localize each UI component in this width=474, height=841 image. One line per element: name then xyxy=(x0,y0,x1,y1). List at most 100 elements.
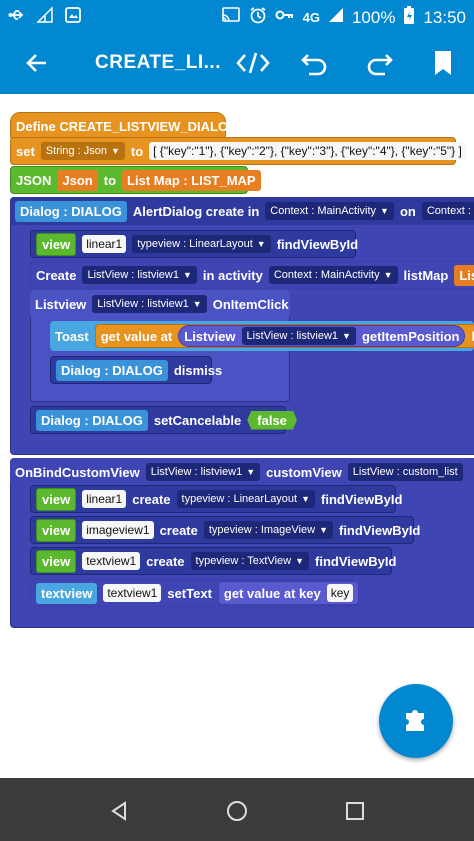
listview-event-block[interactable]: Listview ListView : listview1 ▼ OnItemCl… xyxy=(30,290,290,318)
system-nav-bar xyxy=(0,778,474,841)
listmap-var[interactable]: Lis xyxy=(454,264,474,286)
get-value-block[interactable]: get value at Listview ListView : listvie… xyxy=(94,324,474,348)
key-icon xyxy=(275,6,295,29)
create-label: Create xyxy=(36,267,77,283)
typeview-dropdown[interactable]: typeview : LinearLayout ▼ xyxy=(176,490,316,508)
list-map-var[interactable]: List Map : LIST_MAP xyxy=(122,169,261,191)
listview-type-dropdown-2[interactable]: ListView : listview1 ▼ xyxy=(241,327,356,345)
set-block[interactable]: set String : Json ▼ to [ {"key":"1"}, {"… xyxy=(10,137,466,165)
toast-block[interactable]: Toast get value at Listview ListView : l… xyxy=(50,321,474,351)
dropdown-arrow-icon: ▼ xyxy=(383,270,393,280)
typeview-dropdown[interactable]: typeview : TextView ▼ xyxy=(190,552,310,570)
typeview-dropdown[interactable]: typeview : LinearLayout ▼ xyxy=(132,235,271,253)
onbind-label: OnBindCustomView xyxy=(15,464,140,480)
view-linear-block[interactable]: view linear1 typeview : LinearLayout ▼ f… xyxy=(30,230,358,258)
item-position-block[interactable]: Listview ListView : listview1 ▼ getItemP… xyxy=(178,325,466,347)
nav-back-icon[interactable] xyxy=(104,796,134,826)
define-label: Define CREATE_LISTVIEW_DIALOG xyxy=(16,118,239,134)
context-dropdown[interactable]: Context : MainActivity ▼ xyxy=(265,202,394,220)
view-name-field[interactable]: linear1 xyxy=(82,235,127,253)
findviewbyid-label: findViewById xyxy=(321,491,403,507)
create-label: create xyxy=(132,491,171,507)
string-type-dropdown[interactable]: String : Json ▼ xyxy=(40,142,125,160)
puzzle-icon xyxy=(401,704,431,739)
view-name-field[interactable]: linear1 xyxy=(82,490,127,508)
status-left-icons xyxy=(8,6,82,29)
typeview-label: typeview : TextView xyxy=(195,555,292,567)
cell-signal-icon xyxy=(328,7,344,28)
view-name-field[interactable]: imageview1 xyxy=(82,521,154,539)
set-cancelable-block[interactable]: Dialog : DIALOG setCancelable false xyxy=(30,406,297,434)
listview-label-2: Listview xyxy=(184,328,236,344)
json-var[interactable]: Json xyxy=(57,169,98,191)
blocks-workspace[interactable]: Define CREATE_LISTVIEW_DIALOG set String… xyxy=(0,94,474,778)
settext-block[interactable]: textview textview1 setText get value at … xyxy=(30,579,360,607)
getitemposition-label: getItemPosition xyxy=(361,328,460,344)
onitemclick-label: OnItemClick xyxy=(212,296,289,312)
custom-list-dropdown[interactable]: ListView : custom_list xyxy=(347,463,463,481)
create-label: create xyxy=(146,553,185,569)
dialog-var[interactable]: Dialog : DIALOG xyxy=(15,200,127,222)
create-label: create xyxy=(159,522,198,538)
context-label-3: Context : MainActivity xyxy=(273,269,380,281)
listview-label: Listview xyxy=(35,296,87,312)
network-label: 4G xyxy=(302,10,320,25)
bind-row-linear[interactable]: view linear1 create typeview : LinearLay… xyxy=(30,485,402,513)
dialog-var-2[interactable]: Dialog : DIALOG xyxy=(56,359,168,381)
nav-home-icon[interactable] xyxy=(222,796,252,826)
dismiss-block[interactable]: Dialog : DIALOG dismiss xyxy=(50,356,222,384)
json-block[interactable]: JSON Json to List Map : LIST_MAP xyxy=(10,166,261,194)
textview-name-field[interactable]: textview1 xyxy=(103,584,162,602)
dropdown-arrow-icon: ▼ xyxy=(295,556,305,566)
define-block[interactable]: Define CREATE_LISTVIEW_DIALOG xyxy=(10,112,238,140)
get-value-key-block[interactable]: get value at key key xyxy=(217,581,360,605)
json-label: JSON xyxy=(16,172,52,188)
json-string-field[interactable]: [ {"key":"1"}, {"key":"2"}, {"key":"3"},… xyxy=(149,142,466,160)
bind-row-textview[interactable]: view textview1 create typeview : TextVie… xyxy=(30,547,396,575)
typeview-dropdown[interactable]: typeview : ImageView ▼ xyxy=(203,521,333,539)
nav-recents-icon[interactable] xyxy=(340,796,370,826)
signal-off-icon xyxy=(36,6,54,29)
onbind-listview-dropdown[interactable]: ListView : listview1 ▼ xyxy=(145,463,261,481)
false-value[interactable]: false xyxy=(247,410,297,430)
view-name-field[interactable]: textview1 xyxy=(82,552,141,570)
dropdown-arrow-icon: ▼ xyxy=(342,331,351,341)
listview-type-dropdown[interactable]: ListView : listview1 ▼ xyxy=(92,295,207,313)
settext-label: setText xyxy=(167,585,212,601)
onbind-block[interactable]: OnBindCustomView ListView : listview1 ▼ … xyxy=(10,458,474,486)
screenshot-icon xyxy=(64,6,82,29)
view-label: view xyxy=(36,549,77,573)
bookmark-icon[interactable] xyxy=(428,48,458,78)
typeview-label: typeview : LinearLayout xyxy=(181,493,298,505)
typeview-label: typeview : LinearLayout xyxy=(137,238,253,250)
battery-percent: 100% xyxy=(351,7,396,27)
dropdown-arrow-icon: ▼ xyxy=(380,206,389,216)
status-bar: 4G 100% 13:50 xyxy=(0,0,474,32)
customview-label: customView xyxy=(266,464,342,480)
listview-type-label-2: ListView : listview1 xyxy=(246,330,339,342)
key-field[interactable]: key xyxy=(326,584,354,602)
alarm-icon xyxy=(249,6,267,29)
listview-dropdown[interactable]: ListView : listview1 ▼ xyxy=(82,266,197,284)
context-dropdown-3[interactable]: Context : MainActivity ▼ xyxy=(268,266,398,284)
create-listview-block[interactable]: Create ListView : listview1 ▼ in activit… xyxy=(30,261,474,289)
usb-icon xyxy=(8,6,26,29)
bind-row-imageview[interactable]: view imageview1 create typeview : ImageV… xyxy=(30,516,420,544)
alertdialog-label: AlertDialog create in xyxy=(132,203,260,219)
dropdown-arrow-icon: ▼ xyxy=(110,146,120,156)
view-label: view xyxy=(36,232,77,256)
on-label: on xyxy=(399,203,416,219)
view-label: view xyxy=(36,518,77,542)
typeview-label: typeview : ImageView xyxy=(208,524,316,536)
dialog-create-block[interactable]: Dialog : DIALOG AlertDialog create in Co… xyxy=(10,197,474,225)
dropdown-arrow-icon: ▼ xyxy=(301,494,311,504)
context-dropdown-2[interactable]: Context : MainActiv xyxy=(421,202,474,220)
back-arrow-icon[interactable] xyxy=(22,48,52,78)
clock: 13:50 xyxy=(423,7,466,27)
redo-icon[interactable] xyxy=(364,48,394,78)
undo-icon[interactable] xyxy=(300,48,330,78)
code-icon[interactable] xyxy=(236,48,270,78)
dialog-var-3[interactable]: Dialog : DIALOG xyxy=(36,409,148,431)
findviewbyid-label: findViewById xyxy=(315,553,397,569)
extension-fab-button[interactable] xyxy=(379,684,453,758)
